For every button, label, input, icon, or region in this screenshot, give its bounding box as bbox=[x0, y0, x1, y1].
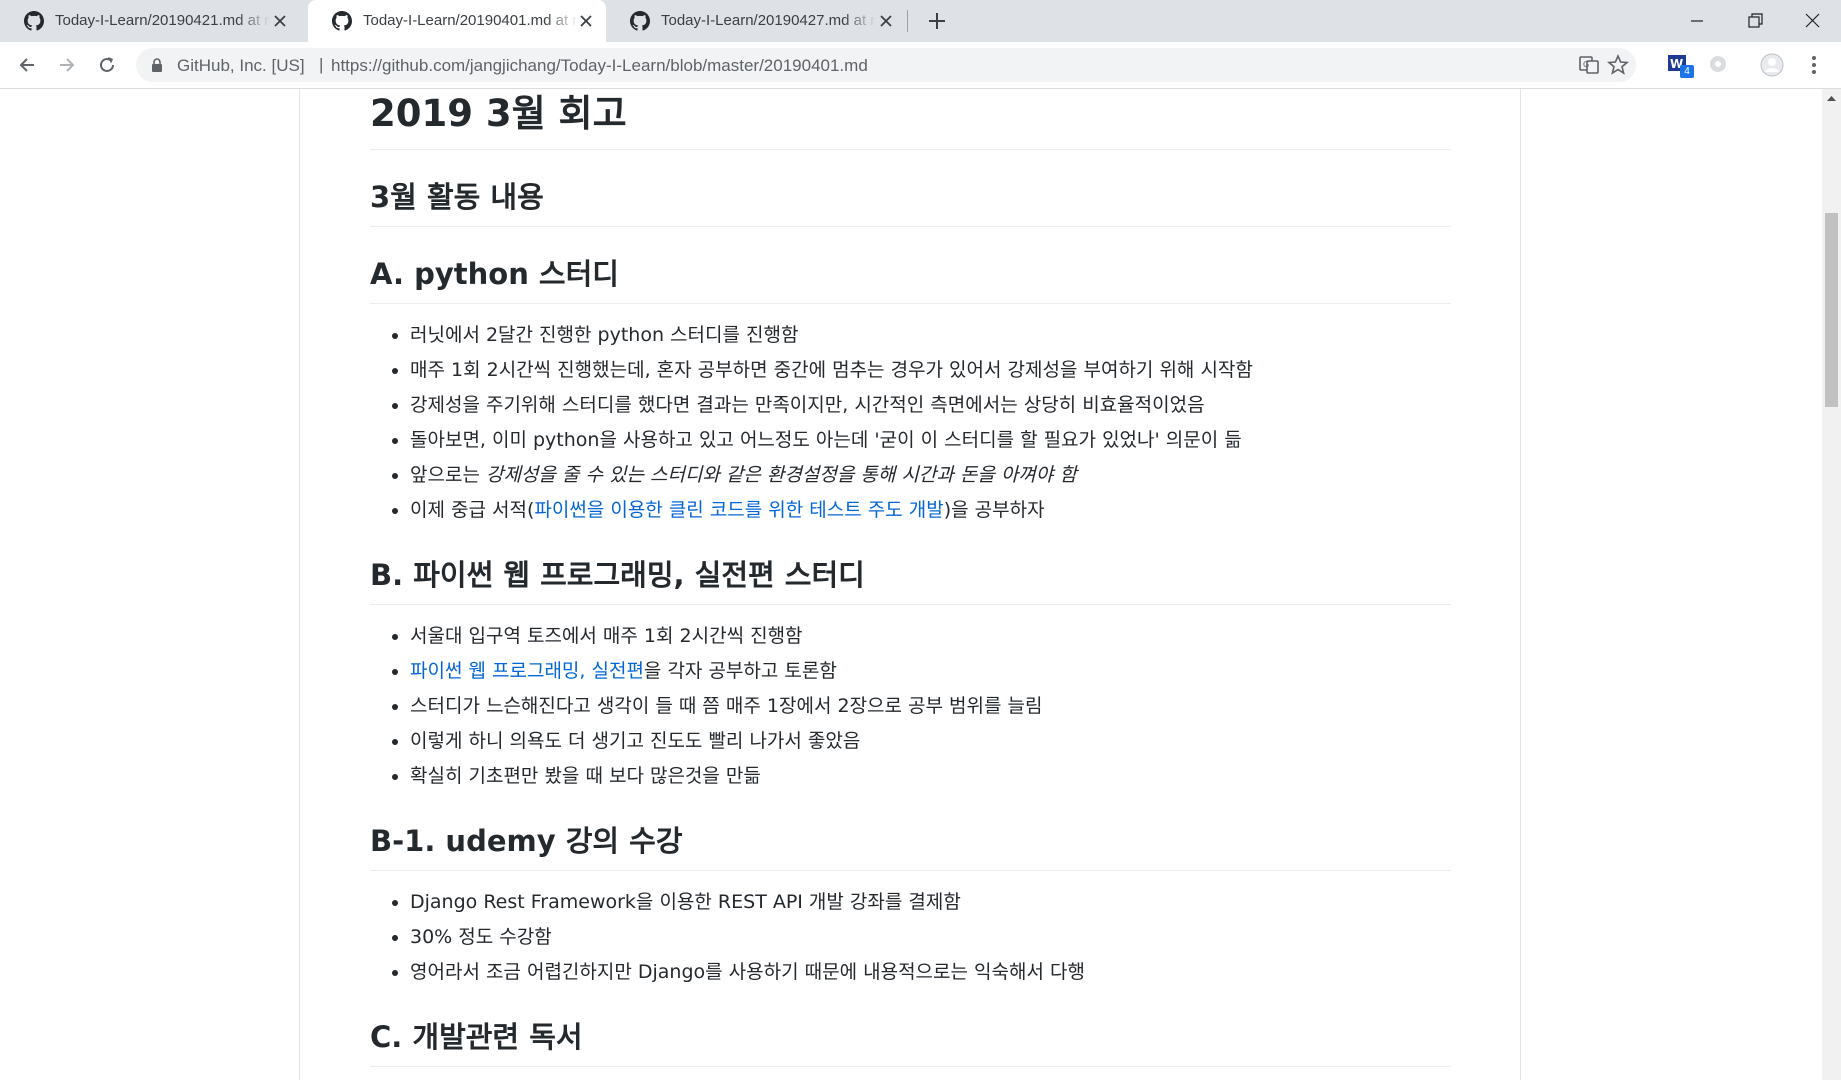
python-study-list: 러닛에서 2달간 진행한 python 스터디를 진행함 매주 1회 2시간씩 … bbox=[370, 318, 1451, 528]
emphasis-text: 강제성을 줄 수 있는 스터디와 같은 환경설정을 통해 시간과 돈을 아껴야 … bbox=[485, 464, 1077, 486]
list-item-text: 확실히 기초편만 봤을 때 보다 많은것을 만듦 bbox=[410, 765, 761, 787]
close-window-button[interactable] bbox=[1783, 0, 1841, 42]
new-tab-icon[interactable] bbox=[924, 8, 950, 34]
browser-tab-1[interactable]: Today-I-Learn/20190421.md at master bbox=[0, 0, 300, 42]
list-item-text: )을 공부하자 bbox=[943, 499, 1045, 521]
forward-arrow-icon bbox=[60, 58, 75, 72]
list-item: 러닛에서 2달간 진행한 python 스터디를 진행함 bbox=[410, 318, 1451, 353]
book-link-web-programming[interactable]: 파이썬 웹 프로그래밍, 실전편 bbox=[410, 660, 644, 682]
list-item-text: 이렇게 하니 의욕도 더 생기고 진도도 빨리 나가서 좋았음 bbox=[410, 730, 861, 752]
close-tab-icon[interactable] bbox=[876, 11, 896, 31]
menu-button[interactable] bbox=[1800, 51, 1828, 79]
list-item-text: 을 각자 공부하고 토론함 bbox=[643, 660, 837, 682]
book-link-tdd[interactable]: 파이썬을 이용한 클린 코드를 위한 테스트 주도 개발 bbox=[534, 499, 943, 521]
list-item-text: 스터디가 느슨해진다고 생각이 들 때 쯤 매주 1장에서 2장으로 공부 범위… bbox=[410, 695, 1043, 717]
list-item-text: 매주 1회 2시간씩 진행했는데, 혼자 공부하면 중간에 멈추는 경우가 있어… bbox=[410, 359, 1253, 381]
list-item-text: 러닛에서 2달간 진행한 python 스터디를 진행함 bbox=[410, 324, 799, 346]
close-tab-icon[interactable] bbox=[270, 11, 290, 31]
reload-button[interactable] bbox=[93, 51, 121, 79]
scrollbar-thumb[interactable] bbox=[1825, 213, 1838, 407]
extension-button-2[interactable] bbox=[1706, 51, 1734, 79]
extension-button[interactable]: W 4 bbox=[1666, 51, 1694, 79]
extension-badge: 4 bbox=[1680, 65, 1694, 78]
list-item: 강제성을 주기위해 스터디를 했다면 결과는 만족이지만, 시간적인 측면에서는… bbox=[410, 388, 1451, 423]
tab-strip: Today-I-Learn/20190421.md at master Toda… bbox=[0, 0, 1841, 42]
section-heading-reading: C. 개발관련 독서 bbox=[370, 990, 1451, 1067]
section-subtitle: 3월 활동 내용 bbox=[370, 150, 1451, 227]
close-tab-icon[interactable] bbox=[576, 11, 596, 31]
page-title: 2019 3월 회고 bbox=[370, 89, 1451, 150]
lock-icon bbox=[152, 58, 162, 72]
list-item-text: 앞으로는 bbox=[410, 464, 486, 486]
list-item: 스터디가 느슨해진다고 생각이 들 때 쯤 매주 1장에서 2장으로 공부 범위… bbox=[410, 689, 1451, 724]
profile-button[interactable] bbox=[1758, 51, 1786, 79]
browser-tab-2[interactable]: Today-I-Learn/20190401.md at master bbox=[308, 0, 606, 42]
back-button[interactable] bbox=[13, 51, 41, 79]
minimize-button[interactable] bbox=[1668, 0, 1726, 42]
list-item-text: 강제성을 주기위해 스터디를 했다면 결과는 만족이지만, 시간적인 측면에서는… bbox=[410, 394, 1205, 416]
translate-icon[interactable]: G bbox=[1577, 53, 1601, 77]
site-identity: GitHub, Inc. [US] bbox=[177, 56, 305, 75]
markdown-body: 2019 3월 회고 3월 활동 내용 A. python 스터디 러닛에서 2… bbox=[370, 89, 1451, 1067]
list-item: 앞으로는 강제성을 줄 수 있는 스터디와 같은 환경설정을 통해 시간과 돈을… bbox=[410, 458, 1451, 493]
back-arrow-icon bbox=[19, 58, 34, 72]
github-icon bbox=[332, 11, 352, 31]
tab-separator bbox=[907, 10, 908, 32]
browser-tab-3[interactable]: Today-I-Learn/20190427.md at master bbox=[606, 0, 906, 42]
tab-title: Today-I-Learn/20190421.md at master bbox=[55, 12, 270, 29]
list-item: 서울대 입구역 토즈에서 매주 1회 2시간씩 진행함 bbox=[410, 619, 1451, 654]
tab-title: Today-I-Learn/20190401.md at master bbox=[363, 12, 578, 29]
address-bar[interactable]: GitHub, Inc. [US] | https://github.com/j… bbox=[136, 48, 1636, 82]
minimize-icon bbox=[1691, 20, 1703, 22]
browser-toolbar: GitHub, Inc. [US] | https://github.com/j… bbox=[0, 42, 1841, 89]
github-icon bbox=[24, 11, 44, 31]
list-item-text: 30% 정도 수강함 bbox=[410, 926, 552, 948]
kebab-menu-icon bbox=[1812, 56, 1816, 74]
section-heading-web-programming-study: B. 파이썬 웹 프로그래밍, 실전편 스터디 bbox=[370, 528, 1451, 605]
list-item: 30% 정도 수강함 bbox=[410, 920, 1451, 955]
extension-gear-icon bbox=[1710, 56, 1726, 72]
vertical-scrollbar[interactable] bbox=[1822, 89, 1841, 1080]
list-item: 돌아보면, 이미 python을 사용하고 있고 어느정도 아는데 '굳이 이 … bbox=[410, 423, 1451, 458]
forward-button[interactable] bbox=[53, 51, 81, 79]
reload-icon bbox=[100, 57, 114, 72]
section-heading-python-study: A. python 스터디 bbox=[370, 227, 1451, 304]
github-icon bbox=[630, 11, 650, 31]
list-item: 매주 1회 2시간씩 진행했는데, 혼자 공부하면 중간에 멈추는 경우가 있어… bbox=[410, 353, 1451, 388]
close-window-icon bbox=[1805, 13, 1820, 28]
page-viewport: 2019 3월 회고 3월 활동 내용 A. python 스터디 러닛에서 2… bbox=[0, 89, 1822, 1080]
udemy-list: Django Rest Framework을 이용한 REST API 개발 강… bbox=[370, 885, 1451, 990]
section-heading-udemy: B-1. udemy 강의 수강 bbox=[370, 794, 1451, 871]
list-item: 이제 중급 서적(파이썬을 이용한 클린 코드를 위한 테스트 주도 개발)을 … bbox=[410, 493, 1451, 528]
tab-title: Today-I-Learn/20190427.md at master bbox=[661, 12, 876, 29]
list-item: Django Rest Framework을 이용한 REST API 개발 강… bbox=[410, 885, 1451, 920]
avatar-icon bbox=[1760, 53, 1784, 77]
omnibox-separator: | bbox=[319, 55, 324, 74]
svg-text:G: G bbox=[1583, 60, 1589, 69]
list-item: 파이썬 웹 프로그래밍, 실전편을 각자 공부하고 토론함 bbox=[410, 654, 1451, 689]
list-item: 확실히 기초편만 봤을 때 보다 많은것을 만듦 bbox=[410, 759, 1451, 794]
list-item-text: 서울대 입구역 토즈에서 매주 1회 2시간씩 진행함 bbox=[410, 625, 803, 647]
list-item: 이렇게 하니 의욕도 더 생기고 진도도 빨리 나가서 좋았음 bbox=[410, 724, 1451, 759]
list-item-text: 영어라서 조금 어렵긴하지만 Django를 사용하기 때문에 내용적으로는 익… bbox=[410, 961, 1085, 983]
restore-button[interactable] bbox=[1726, 0, 1784, 42]
list-item: 영어라서 조금 어렵긴하지만 Django를 사용하기 때문에 내용적으로는 익… bbox=[410, 955, 1451, 990]
scroll-up-arrow-icon[interactable] bbox=[1822, 89, 1841, 108]
list-item-text: 이제 중급 서적( bbox=[410, 499, 535, 521]
list-item-text: 돌아보면, 이미 python을 사용하고 있고 어느정도 아는데 '굳이 이 … bbox=[410, 429, 1242, 451]
web-study-list: 서울대 입구역 토즈에서 매주 1회 2시간씩 진행함 파이썬 웹 프로그래밍,… bbox=[370, 619, 1451, 794]
url-text[interactable]: https://github.com/jangjichang/Today-I-L… bbox=[331, 56, 868, 76]
markdown-file-box: 2019 3월 회고 3월 활동 내용 A. python 스터디 러닛에서 2… bbox=[299, 89, 1521, 1080]
restore-icon bbox=[1748, 13, 1763, 28]
bookmark-star-icon[interactable] bbox=[1606, 53, 1630, 77]
list-item-text: Django Rest Framework을 이용한 REST API 개발 강… bbox=[410, 891, 961, 913]
